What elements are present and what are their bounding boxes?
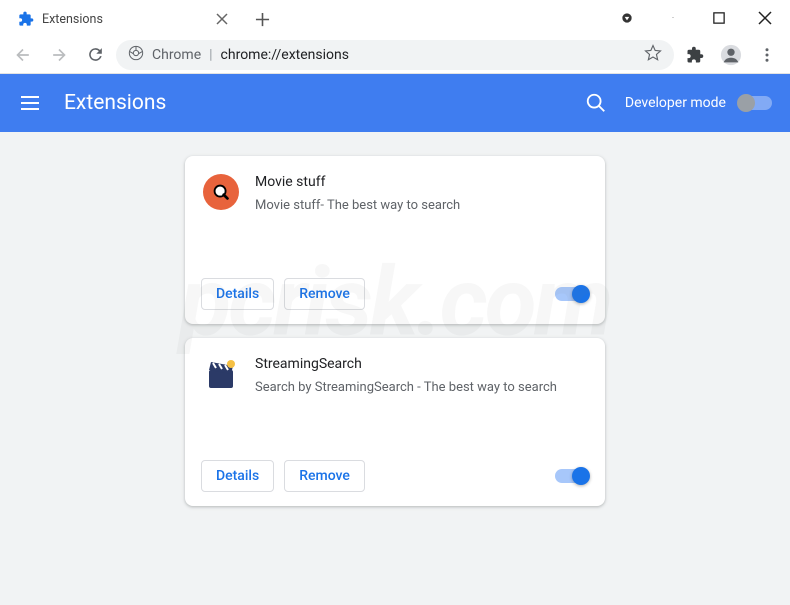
maximize-icon[interactable] <box>712 11 726 25</box>
extension-toggle[interactable] <box>555 287 589 301</box>
developer-mode-label: Developer mode <box>625 95 726 111</box>
forward-button[interactable] <box>44 40 74 70</box>
remove-button[interactable]: Remove <box>284 460 365 492</box>
extensions-favicon-icon <box>18 11 34 27</box>
details-button[interactable]: Details <box>201 460 274 492</box>
star-icon[interactable] <box>644 44 662 66</box>
menu-button[interactable] <box>752 40 782 70</box>
extension-icon <box>203 356 239 392</box>
reload-button[interactable] <box>80 40 110 70</box>
details-button[interactable]: Details <box>201 278 274 310</box>
address-source-label: Chrome <box>152 47 201 63</box>
address-bar[interactable]: Chrome | chrome://extensions <box>116 40 674 70</box>
tab-strip: Extensions <box>0 0 670 36</box>
new-tab-button[interactable] <box>248 5 276 33</box>
page-title: Extensions <box>64 91 585 115</box>
developer-mode-toggle[interactable] <box>738 96 772 110</box>
browser-tab[interactable]: Extensions <box>8 2 238 36</box>
extension-toggle[interactable] <box>555 469 589 483</box>
extensions-button[interactable] <box>680 40 710 70</box>
search-icon[interactable] <box>585 92 607 114</box>
address-divider: | <box>209 47 212 63</box>
back-button[interactable] <box>8 40 38 70</box>
close-icon[interactable] <box>758 11 772 25</box>
profile-button[interactable] <box>716 40 746 70</box>
extensions-list: Movie stuff Movie stuff- The best way to… <box>0 132 790 605</box>
extension-description: Movie stuff- The best way to search <box>255 196 460 216</box>
extension-card: StreamingSearch Search by StreamingSearc… <box>185 338 605 506</box>
browser-toolbar: Chrome | chrome://extensions <box>0 36 790 74</box>
extension-card: Movie stuff Movie stuff- The best way to… <box>185 156 605 324</box>
address-url: chrome://extensions <box>221 47 349 63</box>
remove-button[interactable]: Remove <box>284 278 365 310</box>
hamburger-icon[interactable] <box>18 91 42 115</box>
extension-name: Movie stuff <box>255 174 460 190</box>
extension-icon <box>203 174 239 210</box>
chrome-icon <box>128 45 144 65</box>
extension-description: Search by StreamingSearch - The best way… <box>255 378 557 398</box>
extension-name: StreamingSearch <box>255 356 557 372</box>
tab-close-icon[interactable] <box>216 13 228 25</box>
extensions-page-header: Extensions Developer mode <box>0 74 790 132</box>
tab-title: Extensions <box>42 12 208 27</box>
